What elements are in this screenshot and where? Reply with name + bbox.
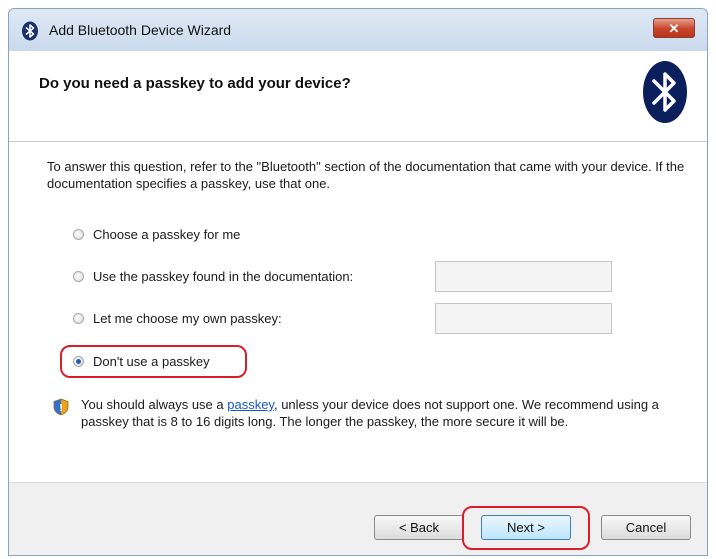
window-title: Add Bluetooth Device Wizard — [49, 22, 232, 38]
passkey-link[interactable]: passkey — [227, 397, 274, 412]
intro-text: To answer this question, refer to the "B… — [47, 159, 685, 191]
radio-own-passkey[interactable] — [73, 312, 84, 324]
cancel-button[interactable]: Cancel — [601, 515, 691, 540]
next-button[interactable]: Next > — [481, 515, 571, 540]
back-button[interactable]: < Back — [374, 515, 464, 540]
title-bar[interactable]: Add Bluetooth Device Wizard ✕ — [9, 9, 707, 52]
option-use-documentation[interactable]: Use the passkey found in the documentati… — [73, 266, 353, 286]
passkey-note: You should always use a passkey, unless … — [81, 396, 681, 430]
documentation-passkey-field[interactable] — [435, 261, 612, 292]
radio-choose-for-me[interactable] — [73, 228, 84, 240]
bluetooth-logo-icon — [643, 61, 687, 123]
radio-use-documentation[interactable] — [73, 270, 84, 282]
close-button[interactable]: ✕ — [653, 18, 695, 38]
note-text: You should always use a — [81, 397, 228, 412]
wizard-header: Do you need a passkey to add your device… — [9, 51, 707, 142]
page-title: Do you need a passkey to add your device… — [39, 75, 351, 92]
wizard-footer: < Back Next > Cancel — [9, 482, 707, 555]
option-label: Use the passkey found in the documentati… — [93, 268, 354, 284]
shield-icon: ! — [53, 398, 69, 416]
option-choose-for-me[interactable]: Choose a passkey for me — [73, 224, 240, 244]
svg-text:!: ! — [59, 403, 62, 414]
option-label: Choose a passkey for me — [93, 226, 241, 242]
option-own-passkey[interactable]: Let me choose my own passkey: — [73, 308, 282, 328]
wizard-content: To answer this question, refer to the "B… — [9, 142, 707, 482]
wizard-window: Add Bluetooth Device Wizard ✕ Do you nee… — [8, 8, 708, 556]
option-label: Let me choose my own passkey: — [93, 310, 282, 326]
selection-highlight — [60, 345, 247, 378]
bluetooth-icon — [22, 21, 38, 41]
own-passkey-field[interactable] — [435, 303, 612, 334]
